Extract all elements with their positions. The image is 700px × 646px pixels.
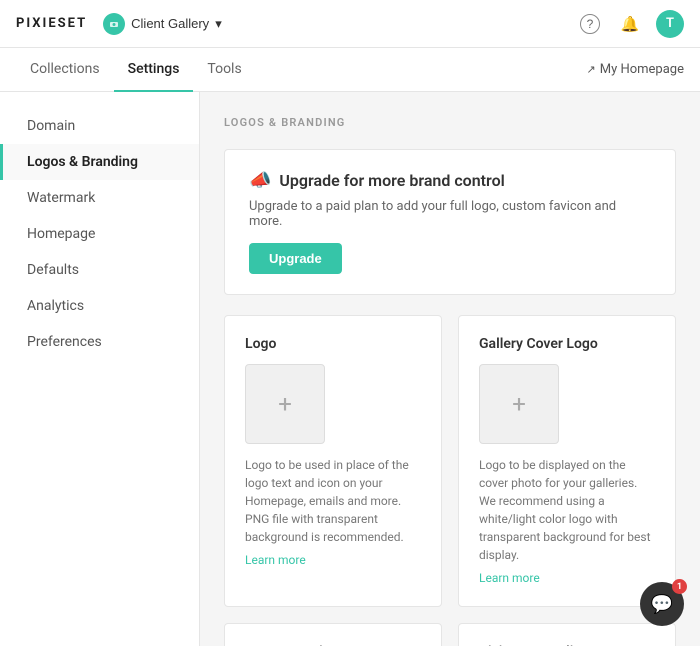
my-homepage-link[interactable]: ↗ My Homepage <box>587 62 685 77</box>
plus-icon: + <box>278 390 292 418</box>
upgrade-button[interactable]: Upgrade <box>249 243 342 274</box>
chat-icon: 💬 <box>651 594 673 615</box>
chat-button[interactable]: 💬 1 <box>640 582 684 626</box>
sidebar: Domain Logos & Branding Watermark Homepa… <box>0 92 200 646</box>
logo: PIXIESET <box>16 16 87 31</box>
logo-card: Logo + Logo to be used in place of the l… <box>224 315 442 607</box>
gallery-cover-logo-card: Gallery Cover Logo + Logo to be displaye… <box>458 315 676 607</box>
content-area: LOGOS & BRANDING 📣 Upgrade for more bran… <box>200 92 700 646</box>
help-button[interactable]: ? <box>576 10 604 38</box>
sidebar-item-preferences[interactable]: Preferences <box>0 324 199 360</box>
top-bar-right: ? 🔔 T <box>576 10 684 38</box>
pixieset-branding-card: Pixieset Branding On ✓ Switching this of… <box>458 623 676 646</box>
plus-icon: + <box>512 390 526 418</box>
tab-settings[interactable]: Settings <box>114 48 194 92</box>
sidebar-item-homepage[interactable]: Homepage <box>0 216 199 252</box>
bell-icon: 🔔 <box>621 15 640 33</box>
client-gallery-dot <box>103 13 125 35</box>
avatar[interactable]: T <box>656 10 684 38</box>
top-bar: PIXIESET Client Gallery ▾ ? 🔔 T <box>0 0 700 48</box>
logo-card-description: Logo to be used in place of the logo tex… <box>245 456 421 546</box>
camera-icon <box>107 17 121 31</box>
gallery-cover-logo-upload-box[interactable]: + <box>479 364 559 444</box>
gallery-cover-logo-description: Logo to be displayed on the cover photo … <box>479 456 655 564</box>
sidebar-item-logos-branding[interactable]: Logos & Branding <box>0 144 199 180</box>
gallery-cover-learn-more[interactable]: Learn more <box>479 571 540 585</box>
notifications-button[interactable]: 🔔 <box>616 10 644 38</box>
nav-tabs-left: Collections Settings Tools <box>16 48 256 92</box>
main-layout: Domain Logos & Branding Watermark Homepa… <box>0 92 700 646</box>
logo-grid: Logo + Logo to be used in place of the l… <box>224 315 676 646</box>
tab-tools[interactable]: Tools <box>193 48 255 92</box>
nav-tabs: Collections Settings Tools ↗ My Homepage <box>0 48 700 92</box>
help-icon: ? <box>580 14 600 34</box>
logo-upload-box[interactable]: + <box>245 364 325 444</box>
tab-collections[interactable]: Collections <box>16 48 114 92</box>
top-bar-left: PIXIESET Client Gallery ▾ <box>16 13 222 35</box>
client-gallery-button[interactable]: Client Gallery ▾ <box>103 13 222 35</box>
client-gallery-label: Client Gallery <box>131 16 209 31</box>
sidebar-item-watermark[interactable]: Watermark <box>0 180 199 216</box>
logo-learn-more[interactable]: Learn more <box>245 553 306 567</box>
section-title: LOGOS & BRANDING <box>224 116 676 129</box>
megaphone-icon: 📣 <box>249 170 271 191</box>
sidebar-item-analytics[interactable]: Analytics <box>0 288 199 324</box>
chat-badge: 1 <box>672 579 687 594</box>
sidebar-item-domain[interactable]: Domain <box>0 108 199 144</box>
logo-card-title: Logo <box>245 336 421 352</box>
upgrade-banner-description: Upgrade to a paid plan to add your full … <box>249 199 651 229</box>
sidebar-item-defaults[interactable]: Defaults <box>0 252 199 288</box>
upgrade-banner: 📣 Upgrade for more brand control Upgrade… <box>224 149 676 295</box>
upgrade-banner-title: 📣 Upgrade for more brand control <box>249 170 651 191</box>
chevron-down-icon: ▾ <box>215 16 222 32</box>
external-link-icon: ↗ <box>587 63 596 76</box>
gallery-cover-logo-title: Gallery Cover Logo <box>479 336 655 352</box>
custom-favicon-card: Custom Favicon + You can upload a GIF, P… <box>224 623 442 646</box>
